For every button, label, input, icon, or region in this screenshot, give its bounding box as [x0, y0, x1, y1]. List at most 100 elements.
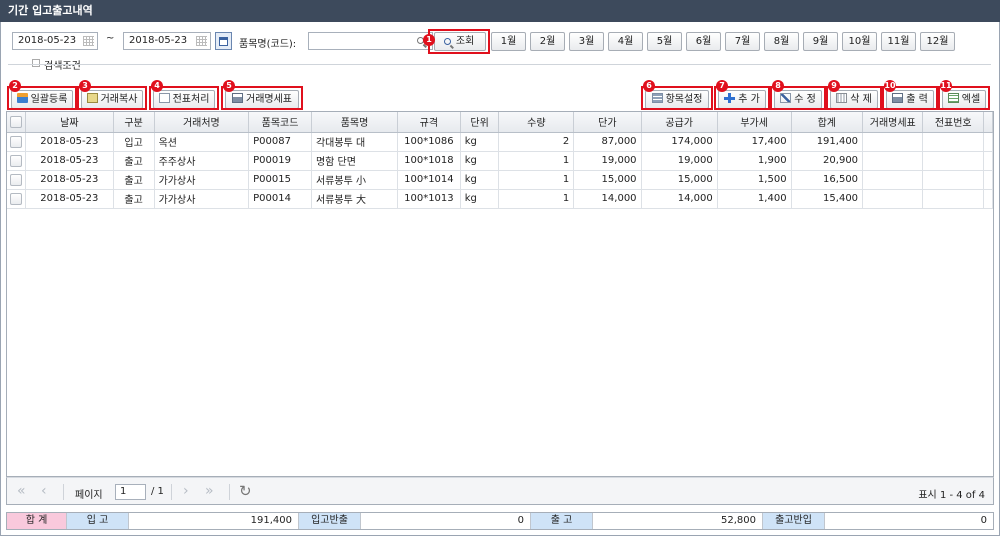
- table-cell[interactable]: 14,000: [573, 189, 642, 209]
- column-header[interactable]: 부가세: [717, 112, 792, 133]
- table-row[interactable]: 2018-05-23 출고 주주상사 P00019 명함 단면 100*1018 kg 1 19…: [7, 151, 993, 171]
- column-header[interactable]: 규격: [397, 112, 461, 133]
- table-cell[interactable]: 가가상사: [154, 170, 250, 190]
- table-cell[interactable]: [862, 170, 924, 190]
- table-cell[interactable]: 2018-05-23: [25, 132, 114, 152]
- table-cell[interactable]: 각대봉투 대: [311, 132, 399, 152]
- table-cell[interactable]: kg: [460, 132, 500, 152]
- column-header[interactable]: 날짜: [25, 112, 114, 133]
- table-cell[interactable]: 15,000: [573, 170, 642, 190]
- table-cell[interactable]: 17,400: [717, 132, 792, 152]
- table-cell[interactable]: 옥션: [154, 132, 250, 152]
- search-condition-checkbox[interactable]: [32, 59, 40, 67]
- table-cell[interactable]: kg: [460, 189, 500, 209]
- table-cell[interactable]: 19,000: [573, 151, 642, 171]
- row-select-cell[interactable]: [7, 170, 27, 190]
- month-button-2[interactable]: 2월: [530, 32, 565, 51]
- table-cell[interactable]: 16,500: [791, 170, 864, 190]
- table-cell[interactable]: 15,000: [641, 170, 718, 190]
- date-from-input[interactable]: 2018-05-23: [12, 32, 98, 50]
- table-cell[interactable]: 명함 단면: [311, 151, 399, 171]
- table-cell[interactable]: [922, 189, 984, 209]
- table-cell[interactable]: 100*1013: [397, 189, 461, 209]
- table-cell[interactable]: 2018-05-23: [25, 189, 114, 209]
- table-cell[interactable]: 174,000: [641, 132, 718, 152]
- month-button-4[interactable]: 4월: [608, 32, 643, 51]
- column-header[interactable]: 거래명세표: [862, 112, 924, 133]
- table-cell[interactable]: 1,900: [717, 151, 792, 171]
- month-button-6[interactable]: 6월: [686, 32, 721, 51]
- month-button-11[interactable]: 11월: [881, 32, 916, 51]
- table-cell[interactable]: 100*1086: [397, 132, 461, 152]
- column-header[interactable]: 품목코드: [248, 112, 312, 133]
- table-cell[interactable]: 87,000: [573, 132, 642, 152]
- refresh-icon[interactable]: ↻: [239, 482, 252, 500]
- column-header[interactable]: 합계: [791, 112, 864, 133]
- table-cell[interactable]: 서류봉투 大: [311, 189, 399, 209]
- table-cell[interactable]: 1: [498, 151, 575, 171]
- row-checkbox[interactable]: [10, 154, 23, 167]
- table-cell[interactable]: 2018-05-23: [25, 170, 114, 190]
- month-button-10[interactable]: 10월: [842, 32, 877, 51]
- month-button-7[interactable]: 7월: [725, 32, 760, 51]
- date-to-input[interactable]: 2018-05-23: [123, 32, 211, 50]
- table-cell[interactable]: P00087: [248, 132, 312, 152]
- table-cell[interactable]: 2018-05-23: [25, 151, 114, 171]
- next-page-icon[interactable]: ›: [183, 483, 189, 499]
- month-button-1[interactable]: 1월: [491, 32, 526, 51]
- table-cell[interactable]: 20,900: [791, 151, 864, 171]
- month-button-9[interactable]: 9월: [803, 32, 838, 51]
- table-row[interactable]: 2018-05-23 출고 가가상사 P00015 서류봉투 小 100*1014 kg 1 1…: [7, 170, 993, 190]
- column-header[interactable]: 전표번호: [922, 112, 984, 133]
- table-cell[interactable]: P00019: [248, 151, 312, 171]
- month-button-3[interactable]: 3월: [569, 32, 604, 51]
- table-cell[interactable]: 주주상사: [154, 151, 250, 171]
- table-cell[interactable]: 출고: [113, 170, 155, 190]
- table-cell[interactable]: kg: [460, 151, 500, 171]
- table-cell[interactable]: P00014: [248, 189, 312, 209]
- month-button-12[interactable]: 12월: [920, 32, 955, 51]
- column-header[interactable]: 구분: [113, 112, 155, 133]
- table-cell[interactable]: [922, 132, 984, 152]
- table-cell[interactable]: [862, 132, 924, 152]
- table-cell[interactable]: 191,400: [791, 132, 864, 152]
- page-input[interactable]: 1: [115, 484, 146, 500]
- column-header[interactable]: 단가: [573, 112, 642, 133]
- table-cell[interactable]: 19,000: [641, 151, 718, 171]
- month-button-5[interactable]: 5월: [647, 32, 682, 51]
- column-header[interactable]: 수량: [498, 112, 575, 133]
- table-cell[interactable]: P00015: [248, 170, 312, 190]
- table-row[interactable]: 2018-05-23 출고 가가상사 P00014 서류봉투 大 100*1013 kg 1 1…: [7, 189, 993, 209]
- month-button-8[interactable]: 8월: [764, 32, 799, 51]
- table-cell[interactable]: 2: [498, 132, 575, 152]
- table-cell[interactable]: kg: [460, 170, 500, 190]
- column-header[interactable]: 공급가: [641, 112, 718, 133]
- table-cell[interactable]: 1: [498, 189, 575, 209]
- table-cell[interactable]: 1: [498, 170, 575, 190]
- table-cell[interactable]: 1,500: [717, 170, 792, 190]
- calendar-button[interactable]: [215, 32, 232, 50]
- table-cell[interactable]: 100*1014: [397, 170, 461, 190]
- table-cell[interactable]: [922, 170, 984, 190]
- product-search-input[interactable]: [308, 32, 433, 50]
- table-cell[interactable]: 100*1018: [397, 151, 461, 171]
- last-page-icon[interactable]: »: [205, 483, 214, 499]
- row-select-cell[interactable]: [7, 151, 27, 171]
- table-cell[interactable]: [862, 151, 924, 171]
- table-cell[interactable]: 서류봉투 小: [311, 170, 399, 190]
- table-cell[interactable]: 1,400: [717, 189, 792, 209]
- column-header[interactable]: 품목명: [311, 112, 399, 133]
- select-all-header[interactable]: [7, 112, 27, 133]
- table-cell[interactable]: 출고: [113, 151, 155, 171]
- row-checkbox[interactable]: [10, 173, 23, 186]
- table-cell[interactable]: [922, 151, 984, 171]
- column-header[interactable]: 단위: [460, 112, 500, 133]
- table-cell[interactable]: 15,400: [791, 189, 864, 209]
- row-checkbox[interactable]: [10, 192, 23, 205]
- table-row[interactable]: 2018-05-23 입고 옥션 P00087 각대봉투 대 100*1086 kg 2 87,…: [7, 132, 993, 152]
- table-cell[interactable]: 14,000: [641, 189, 718, 209]
- select-all-checkbox[interactable]: [10, 115, 23, 128]
- column-header[interactable]: 거래처명: [154, 112, 250, 133]
- table-cell[interactable]: 가가상사: [154, 189, 250, 209]
- table-cell[interactable]: 입고: [113, 132, 155, 152]
